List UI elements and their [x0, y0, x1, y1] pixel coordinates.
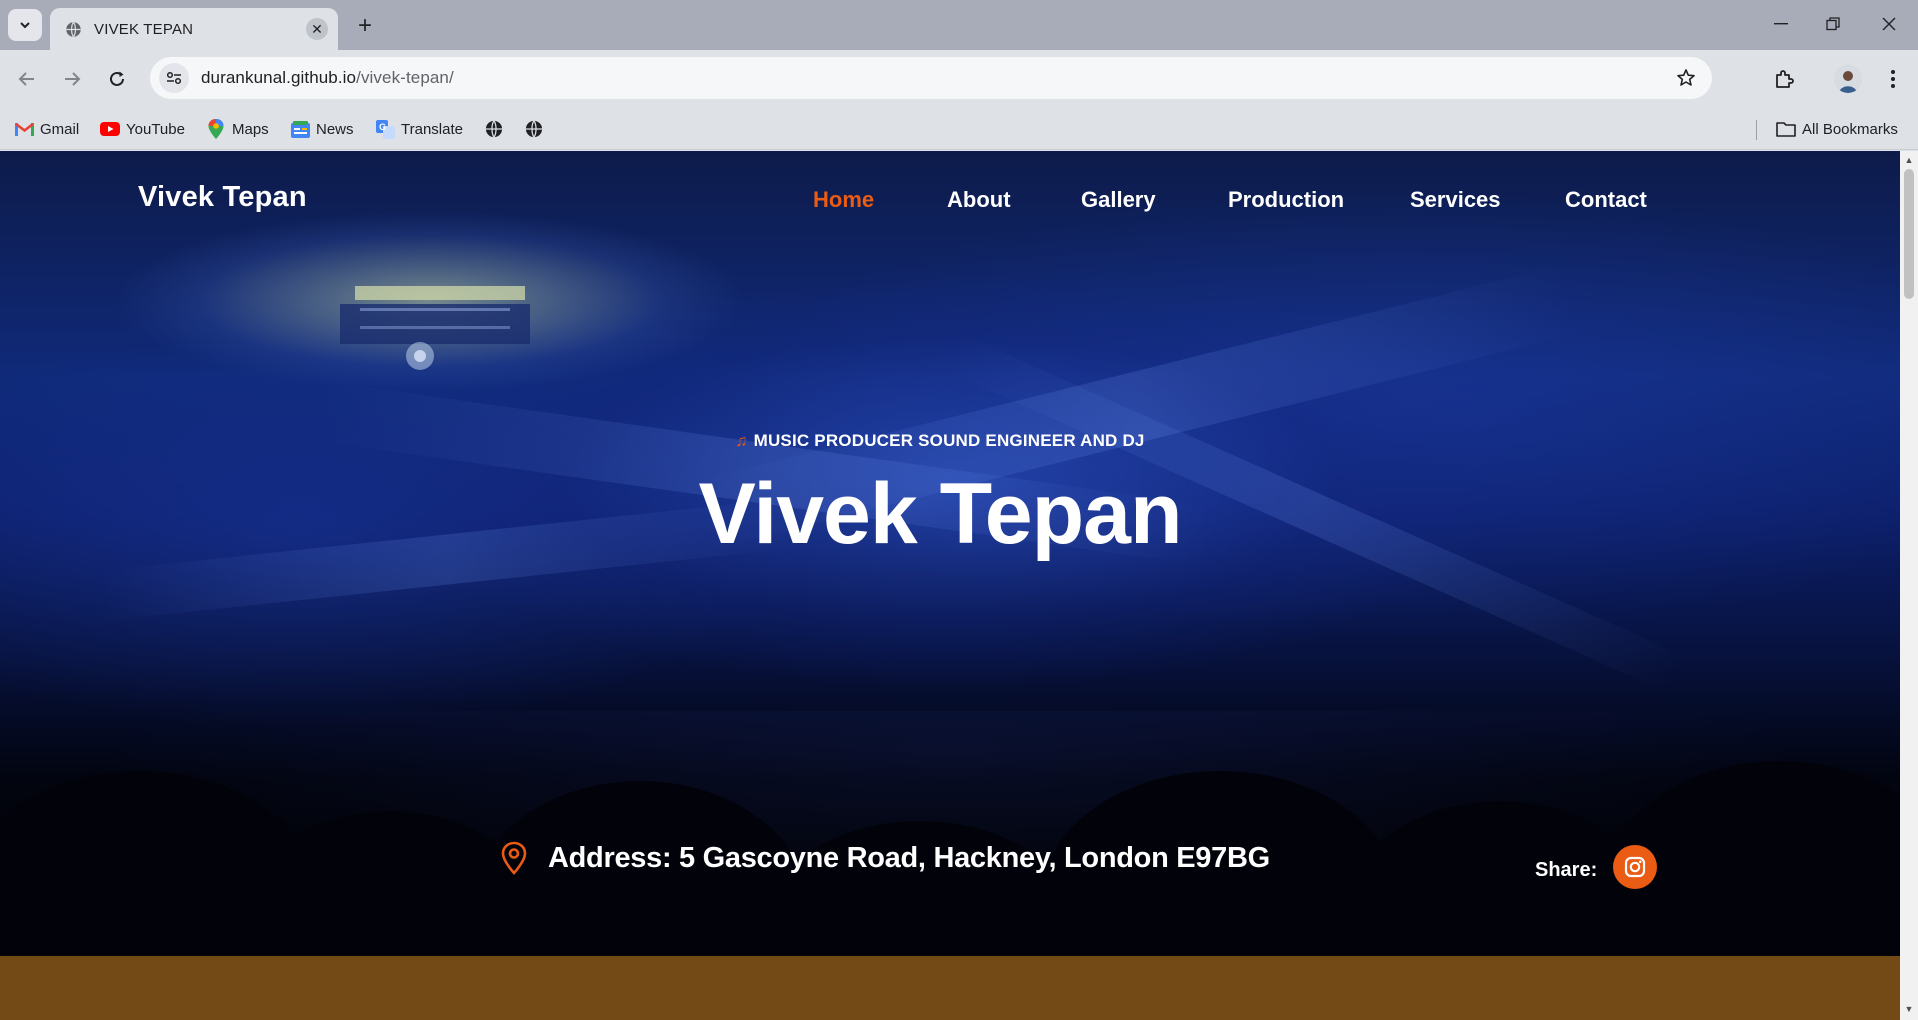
crowd-silhouette — [0, 711, 1900, 956]
close-window-icon[interactable] — [1866, 10, 1912, 38]
stage-light-rig-graphic — [340, 286, 530, 370]
nav-contact[interactable]: Contact — [1565, 187, 1647, 213]
globe-icon — [524, 119, 544, 139]
bookmark-gmail[interactable]: Gmail — [14, 116, 79, 142]
forward-icon[interactable] — [56, 63, 88, 95]
bookmark-label: YouTube — [126, 120, 185, 138]
svg-text:G: G — [379, 122, 386, 132]
tab-title: VIVEK TEPAN — [94, 20, 194, 38]
nav-services[interactable]: Services — [1410, 187, 1501, 213]
address-text: Address: 5 Gascoyne Road, Hackney, Londo… — [548, 841, 1270, 874]
bookmark-star-icon[interactable] — [1674, 66, 1698, 90]
hero-section: Vivek Tepan Home About Gallery Productio… — [0, 151, 1900, 956]
globe-icon — [484, 119, 504, 139]
browser-window: VIVEK TEPAN ✕ + durankunal.github.io/viv… — [0, 0, 1918, 1020]
maps-icon — [206, 119, 226, 139]
next-section-band — [0, 956, 1900, 1020]
site-info-icon[interactable] — [159, 63, 189, 93]
hero-title: Vivek Tepan — [698, 466, 1183, 562]
bookmark-label: Gmail — [40, 120, 80, 138]
instagram-icon — [1624, 856, 1646, 878]
bookmark-label: News — [316, 120, 354, 138]
menu-kebab-icon[interactable] — [1875, 61, 1911, 97]
minimize-icon[interactable] — [1758, 10, 1804, 38]
scroll-up-icon[interactable]: ▲ — [1904, 155, 1914, 165]
page-scrollbar[interactable]: ▲ ▼ — [1900, 151, 1918, 1020]
translate-icon: G — [375, 119, 395, 139]
avatar-image — [1834, 65, 1862, 93]
folder-icon — [1776, 119, 1796, 139]
bookmark-news[interactable]: News — [290, 116, 354, 142]
browser-toolbar: durankunal.github.io/vivek-tepan/ — [0, 50, 1918, 108]
tab-strip: VIVEK TEPAN ✕ + — [0, 0, 1918, 50]
all-bookmarks-button[interactable]: All Bookmarks — [1776, 116, 1898, 142]
bookmark-globe-1[interactable] — [484, 116, 510, 142]
page-viewport: Vivek Tepan Home About Gallery Productio… — [0, 151, 1900, 1020]
youtube-icon — [100, 119, 120, 139]
bookmark-youtube[interactable]: YouTube — [100, 116, 185, 142]
restore-icon[interactable] — [1810, 10, 1856, 38]
bookmark-label: Maps — [232, 120, 269, 138]
address-bar[interactable]: durankunal.github.io/vivek-tepan/ — [150, 57, 1712, 99]
map-pin-icon — [501, 841, 527, 875]
all-bookmarks-label: All Bookmarks — [1802, 120, 1898, 138]
address-block: Address: 5 Gascoyne Road, Hackney, Londo… — [500, 841, 1270, 875]
instagram-share-button[interactable] — [1613, 845, 1657, 889]
url-path: /vivek-tepan/ — [356, 68, 454, 87]
url-text: durankunal.github.io/vivek-tepan/ — [201, 68, 454, 88]
gmail-icon — [14, 119, 34, 139]
site-logo[interactable]: Vivek Tepan — [138, 181, 307, 214]
scroll-down-icon[interactable]: ▼ — [1904, 1004, 1914, 1014]
bookmark-translate[interactable]: G Translate — [375, 116, 463, 142]
extensions-icon[interactable] — [1766, 61, 1802, 97]
tab-search-button[interactable] — [8, 9, 42, 41]
reload-icon[interactable] — [101, 63, 133, 95]
bookmark-label: Translate — [401, 120, 463, 138]
bookmark-globe-2[interactable] — [524, 116, 550, 142]
hero-tagline: ♫ MUSIC PRODUCER SOUND ENGINEER AND DJ — [0, 431, 1880, 451]
profile-avatar[interactable] — [1830, 61, 1866, 97]
nav-gallery[interactable]: Gallery — [1081, 187, 1156, 213]
bookmark-maps[interactable]: Maps — [206, 116, 269, 142]
hero-tagline-text: MUSIC PRODUCER SOUND ENGINEER AND DJ — [753, 431, 1145, 450]
bookmarks-bar: Gmail YouTube Maps News G Translate All … — [0, 108, 1918, 150]
bookmarks-separator — [1756, 120, 1757, 140]
scrollbar-thumb[interactable] — [1904, 169, 1914, 299]
new-tab-button[interactable]: + — [350, 12, 380, 40]
nav-about[interactable]: About — [947, 187, 1011, 213]
back-icon[interactable] — [11, 63, 43, 95]
news-icon — [290, 119, 310, 139]
globe-icon — [64, 20, 82, 38]
nav-home[interactable]: Home — [813, 187, 874, 213]
url-host: durankunal.github.io — [201, 68, 357, 87]
music-note-icon: ♫ — [735, 433, 748, 450]
chevron-down-icon — [20, 22, 30, 29]
browser-tab[interactable]: VIVEK TEPAN ✕ — [50, 8, 338, 50]
close-tab-icon[interactable]: ✕ — [306, 18, 328, 40]
share-label: Share: — [1535, 859, 1598, 881]
nav-production[interactable]: Production — [1228, 187, 1344, 213]
